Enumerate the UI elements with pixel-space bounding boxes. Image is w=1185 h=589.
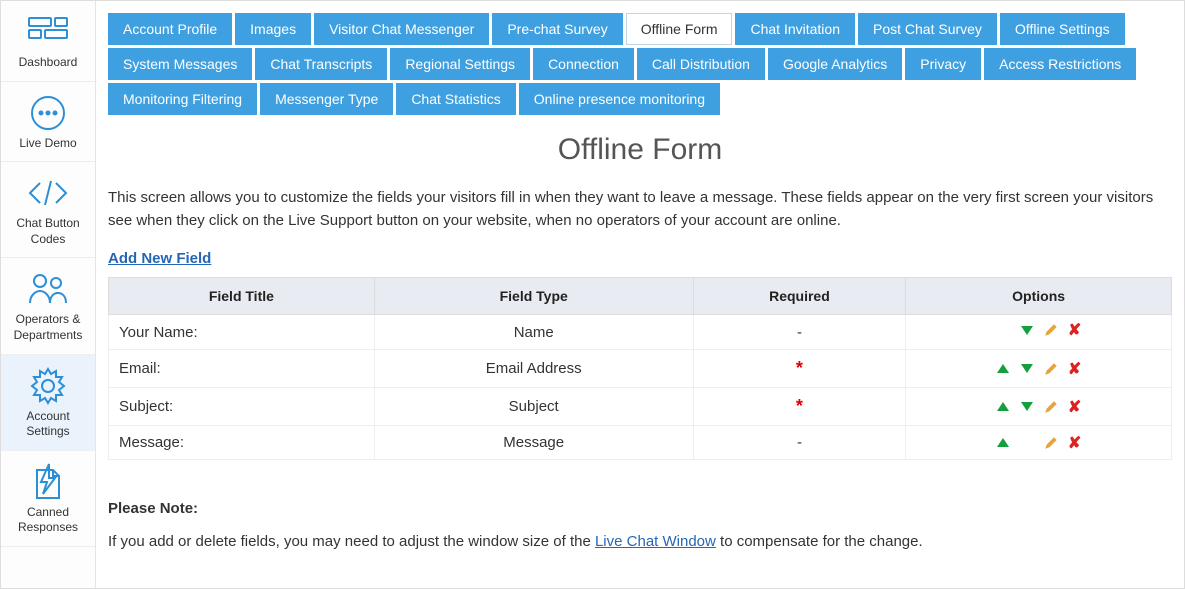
sidebar-item-chat-button-codes[interactable]: Chat Button Codes: [1, 162, 95, 258]
tab-regional-settings[interactable]: Regional Settings: [390, 48, 530, 80]
sidebar-item-label: Chat Button Codes: [5, 216, 91, 247]
note-text: If you add or delete fields, you may nee…: [108, 533, 1172, 550]
sidebar-item-dashboard[interactable]: Dashboard: [1, 1, 95, 82]
th-field-title: Field Title: [109, 278, 375, 315]
table-row: Message:Message- ✘: [109, 426, 1172, 460]
sidebar-item-label: Dashboard: [19, 55, 78, 71]
sidebar-item-label: Live Demo: [19, 136, 76, 152]
options-icons: ✘: [996, 362, 1082, 376]
tab-messenger-type[interactable]: Messenger Type: [260, 83, 393, 115]
tab-monitoring-filtering[interactable]: Monitoring Filtering: [108, 83, 257, 115]
delete-icon[interactable]: ✘: [1068, 362, 1082, 376]
note-before: If you add or delete fields, you may nee…: [108, 533, 595, 550]
tab-call-distribution[interactable]: Call Distribution: [637, 48, 765, 80]
page-description: This screen allows you to customize the …: [108, 187, 1172, 232]
fields-table: Field Title Field Type Required Options …: [108, 277, 1172, 460]
fields-table-body: Your Name:Name-✘Email:Email Address*✘Sub…: [109, 315, 1172, 460]
note-heading: Please Note:: [108, 500, 1172, 517]
cell-field-title: Your Name:: [109, 315, 375, 350]
move-down-icon[interactable]: [1020, 362, 1034, 376]
people-icon: [24, 270, 72, 308]
chat-icon: [24, 94, 72, 132]
edit-icon[interactable]: [1044, 400, 1058, 414]
move-up-icon[interactable]: [996, 400, 1010, 414]
edit-icon[interactable]: [1044, 323, 1058, 337]
sidebar: Dashboard Live Demo Chat Button Codes Opera…: [1, 1, 96, 588]
options-icons: ✘: [996, 323, 1082, 337]
tab-offline-form[interactable]: Offline Form: [626, 13, 733, 45]
move-down-icon: [1020, 436, 1034, 450]
live-chat-window-link[interactable]: Live Chat Window: [595, 533, 716, 550]
cell-required: -: [693, 315, 906, 350]
move-down-icon[interactable]: [1020, 400, 1034, 414]
tab-google-analytics[interactable]: Google Analytics: [768, 48, 902, 80]
tab-chat-statistics[interactable]: Chat Statistics: [396, 83, 515, 115]
cell-field-type: Message: [374, 426, 693, 460]
note-after: to compensate for the change.: [716, 533, 923, 550]
tab-connection[interactable]: Connection: [533, 48, 634, 80]
sidebar-item-live-demo[interactable]: Live Demo: [1, 82, 95, 163]
lightning-icon: [24, 463, 72, 501]
tab-chat-invitation[interactable]: Chat Invitation: [735, 13, 855, 45]
table-row: Email:Email Address * ✘: [109, 350, 1172, 388]
required-star-icon: *: [796, 358, 803, 378]
cell-field-title: Message:: [109, 426, 375, 460]
cell-field-type: Name: [374, 315, 693, 350]
th-options: Options: [906, 278, 1172, 315]
main-content: Account ProfileImagesVisitor Chat Messen…: [96, 1, 1184, 588]
gear-icon: [24, 367, 72, 405]
cell-required: *: [693, 350, 906, 388]
table-row: Your Name:Name- ✘: [109, 315, 1172, 350]
th-required: Required: [693, 278, 906, 315]
sidebar-item-account-settings[interactable]: Account Settings: [1, 355, 95, 451]
cell-required: -: [693, 426, 906, 460]
sidebar-item-operators-departments[interactable]: Operators & Departments: [1, 258, 95, 354]
tab-images[interactable]: Images: [235, 13, 311, 45]
cell-field-title: Subject:: [109, 388, 375, 426]
cell-options: ✘: [906, 426, 1172, 460]
cell-field-type: Subject: [374, 388, 693, 426]
tab-post-chat-survey[interactable]: Post Chat Survey: [858, 13, 997, 45]
required-star-icon: *: [796, 396, 803, 416]
cell-options: ✘: [906, 315, 1172, 350]
move-up-icon: [996, 323, 1010, 337]
tab-chat-transcripts[interactable]: Chat Transcripts: [255, 48, 387, 80]
edit-icon[interactable]: [1044, 362, 1058, 376]
app-frame: Dashboard Live Demo Chat Button Codes Opera…: [0, 0, 1185, 589]
cell-field-title: Email:: [109, 350, 375, 388]
sidebar-item-label: Account Settings: [5, 409, 91, 440]
tab-visitor-chat-messenger[interactable]: Visitor Chat Messenger: [314, 13, 489, 45]
tab-pre-chat-survey[interactable]: Pre-chat Survey: [492, 13, 622, 45]
cell-field-type: Email Address: [374, 350, 693, 388]
page-title: Offline Form: [108, 133, 1172, 167]
delete-icon[interactable]: ✘: [1068, 323, 1082, 337]
table-row: Subject:Subject * ✘: [109, 388, 1172, 426]
tab-access-restrictions[interactable]: Access Restrictions: [984, 48, 1136, 80]
tabbar: Account ProfileImagesVisitor Chat Messen…: [108, 13, 1172, 115]
tab-system-messages[interactable]: System Messages: [108, 48, 252, 80]
cell-required: *: [693, 388, 906, 426]
tab-online-presence-monitoring[interactable]: Online presence monitoring: [519, 83, 720, 115]
move-up-icon[interactable]: [996, 436, 1010, 450]
delete-icon[interactable]: ✘: [1068, 436, 1082, 450]
tab-account-profile[interactable]: Account Profile: [108, 13, 232, 45]
tab-privacy[interactable]: Privacy: [905, 48, 981, 80]
options-icons: ✘: [996, 400, 1082, 414]
delete-icon[interactable]: ✘: [1068, 400, 1082, 414]
cell-options: ✘: [906, 388, 1172, 426]
edit-icon[interactable]: [1044, 436, 1058, 450]
options-icons: ✘: [996, 436, 1082, 450]
sidebar-item-label: Canned Responses: [5, 505, 91, 536]
sidebar-item-label: Operators & Departments: [5, 312, 91, 343]
add-new-field-link[interactable]: Add New Field: [108, 250, 211, 267]
move-down-icon[interactable]: [1020, 323, 1034, 337]
th-field-type: Field Type: [374, 278, 693, 315]
sidebar-item-canned-responses[interactable]: Canned Responses: [1, 451, 95, 547]
code-icon: [24, 174, 72, 212]
dashboard-icon: [24, 13, 72, 51]
cell-options: ✘: [906, 350, 1172, 388]
tab-offline-settings[interactable]: Offline Settings: [1000, 13, 1125, 45]
move-up-icon[interactable]: [996, 362, 1010, 376]
